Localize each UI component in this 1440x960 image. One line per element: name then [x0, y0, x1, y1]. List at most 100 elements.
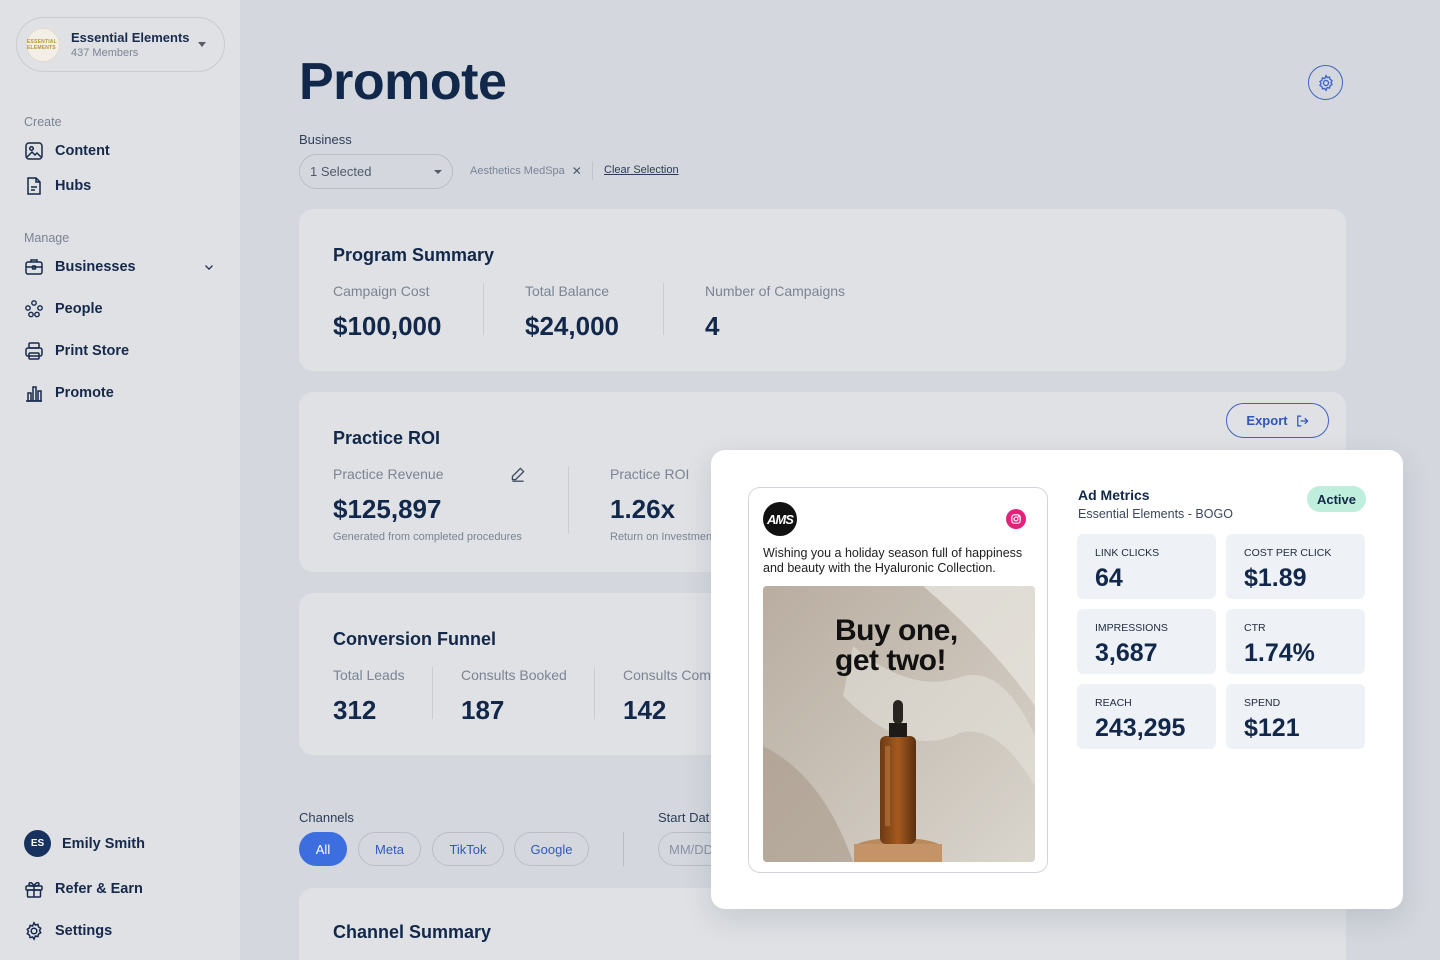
card-title: Program Summary — [333, 245, 495, 265]
metric-label: Practice Revenue — [333, 466, 444, 482]
tile-label: REACH — [1095, 697, 1132, 709]
card-title: Conversion Funnel — [333, 629, 497, 649]
start-date-label: Start Dat — [658, 810, 710, 825]
org-members: 437 Members — [71, 47, 139, 59]
sidebar-item-label: Print Store — [55, 343, 130, 359]
ad-preview-card[interactable]: AMS Wishing you a holiday season full of… — [748, 487, 1048, 873]
metric-consults-booked: Consults Booked 187 — [461, 667, 567, 726]
instagram-icon — [1006, 509, 1026, 529]
tile-label: SPEND — [1244, 697, 1281, 709]
channel-filter-tiktok[interactable]: TikTok — [432, 832, 504, 866]
metric-tile-impressions: IMPRESSIONS 3,687 — [1077, 609, 1216, 674]
channel-filter-google[interactable]: Google — [514, 832, 589, 866]
tile-value: 64 — [1095, 564, 1123, 592]
sidebar-item-label: Businesses — [55, 259, 136, 275]
sidebar-item-people[interactable]: People — [24, 297, 220, 321]
sidebar-item-settings[interactable]: Settings — [24, 919, 220, 943]
sidebar-item-print-store[interactable]: Print Store — [24, 339, 220, 363]
sidebar-item-hubs[interactable]: Hubs — [24, 174, 220, 198]
ad-headline-line-1: Buy one, — [835, 614, 958, 647]
metric-campaign-cost: Campaign Cost $100,000 — [333, 283, 441, 342]
metric-number-of-campaigns: Number of Campaigns 4 — [705, 283, 845, 342]
divider — [594, 667, 595, 719]
gift-icon — [25, 881, 43, 898]
create-section-label: Create — [24, 115, 62, 129]
metric-value: 187 — [461, 695, 505, 725]
sidebar-item-businesses[interactable]: Businesses — [24, 255, 220, 279]
chevron-down-icon[interactable] — [202, 260, 216, 274]
image-icon — [25, 142, 43, 160]
people-icon — [25, 300, 43, 318]
divider — [568, 466, 569, 534]
metric-subtext: Generated from completed procedures — [333, 531, 522, 543]
sidebar-item-refer-earn[interactable]: Refer & Earn — [24, 877, 220, 901]
tile-label: IMPRESSIONS — [1095, 622, 1168, 634]
metric-value: 4 — [705, 311, 720, 341]
sidebar-item-label: People — [55, 301, 103, 317]
tile-value: $1.89 — [1244, 564, 1307, 592]
chevron-down-icon — [198, 42, 206, 47]
brand-logo: AMS — [763, 502, 797, 536]
metric-practice-roi: Practice ROI 1.26x Return on Investmen — [610, 466, 720, 543]
metric-tile-link-clicks: LINK CLICKS 64 — [1077, 534, 1216, 599]
sidebar-item-label: Content — [55, 143, 110, 159]
divider — [432, 667, 433, 719]
chip-label: Aesthetics MedSpa — [470, 165, 565, 177]
sidebar-item-promote[interactable]: Promote — [24, 381, 220, 405]
divider — [663, 283, 664, 335]
ad-creative-image: Buy one, get two! — [763, 586, 1035, 862]
sidebar-item-label: Hubs — [55, 178, 92, 194]
tile-label: LINK CLICKS — [1095, 547, 1160, 559]
metric-label: Number of Campaigns — [705, 283, 846, 299]
channel-filter-meta[interactable]: Meta — [358, 832, 421, 866]
tile-value: 3,687 — [1095, 639, 1158, 667]
manage-section-label: Manage — [24, 231, 70, 245]
clear-selection-link[interactable]: Clear Selection — [604, 164, 679, 176]
sidebar-item-content[interactable]: Content — [24, 139, 220, 163]
channel-filter-all[interactable]: All — [299, 832, 347, 866]
program-summary-card: Program Summary Campaign Cost $100,000 T… — [299, 209, 1346, 371]
tile-label: COST PER CLICK — [1244, 547, 1332, 559]
metric-value: 142 — [623, 695, 667, 725]
page-settings-button[interactable] — [1308, 65, 1343, 100]
sidebar-item-label: Refer & Earn — [55, 881, 143, 897]
avatar: ES — [24, 830, 51, 857]
user-name: Emily Smith — [62, 835, 145, 852]
tile-value: 1.74% — [1244, 639, 1315, 667]
export-button[interactable]: Export — [1226, 403, 1329, 438]
org-name: Essential Elements — [71, 30, 190, 45]
printer-icon — [25, 342, 43, 360]
ad-metrics-title: Ad Metrics — [1078, 487, 1150, 503]
metric-tile-spend: SPEND $121 — [1226, 684, 1365, 749]
metric-consults-completed: Consults Com 142 — [623, 667, 713, 726]
page-title: Promote — [299, 53, 507, 111]
selected-business-chip: Aesthetics MedSpa ✕ — [470, 164, 582, 178]
sidebar-item-label: Promote — [55, 385, 114, 401]
org-logo: ESSENTIAL ELEMENTS — [26, 27, 60, 62]
close-icon[interactable]: ✕ — [572, 164, 582, 178]
ad-caption: Wishing you a holiday season full of hap… — [763, 546, 1023, 575]
tile-label: CTR — [1244, 622, 1266, 634]
document-icon — [27, 177, 41, 195]
edit-pencil-icon[interactable] — [510, 466, 526, 482]
metric-value: $125,897 — [333, 494, 442, 524]
sidebar-item-label: Settings — [55, 923, 113, 939]
business-select-value: 1 Selected — [310, 164, 372, 179]
org-info: Essential Elements 437 Members — [71, 30, 198, 59]
ad-metrics-popup: AMS Wishing you a holiday season full of… — [711, 450, 1403, 909]
metric-label: Practice ROI — [610, 466, 690, 482]
divider — [592, 162, 593, 180]
export-icon — [1296, 414, 1309, 427]
card-title: Practice ROI — [333, 428, 441, 448]
business-filter-label: Business — [299, 132, 352, 147]
divider — [623, 832, 624, 866]
metric-tile-ctr: CTR 1.74% — [1226, 609, 1365, 674]
sidebar: ESSENTIAL ELEMENTS Essential Elements 43… — [0, 0, 240, 960]
user-profile[interactable]: ES Emily Smith — [24, 830, 145, 857]
metric-label: Total Balance — [525, 283, 610, 299]
metric-label: Consults Com — [623, 667, 711, 683]
tile-value: 243,295 — [1095, 714, 1186, 742]
card-title: Channel Summary — [333, 922, 492, 942]
business-select[interactable]: 1 Selected — [299, 154, 453, 189]
org-switcher[interactable]: ESSENTIAL ELEMENTS Essential Elements 43… — [16, 17, 225, 72]
